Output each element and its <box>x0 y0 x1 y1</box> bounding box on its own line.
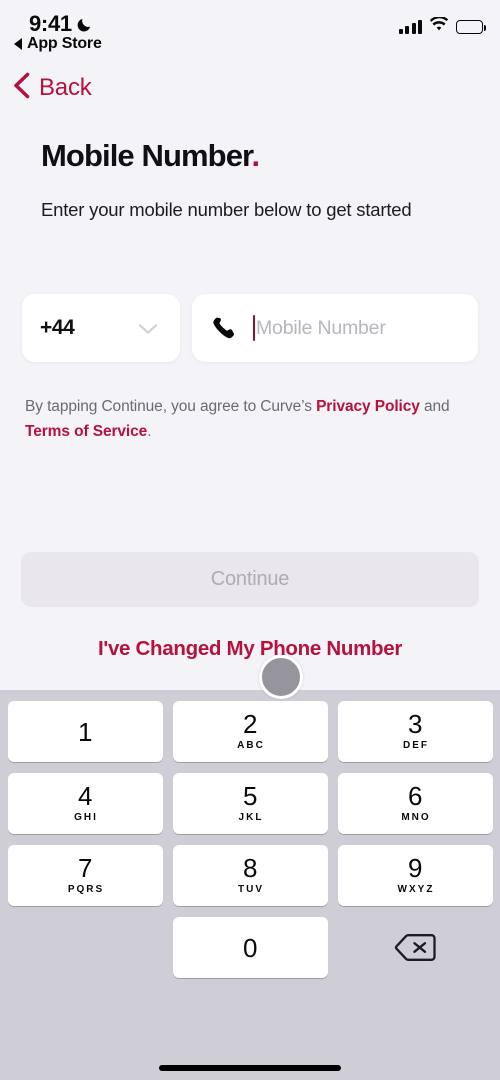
key-8[interactable]: 8 TUV <box>172 845 328 906</box>
chevron-left-icon <box>13 72 30 104</box>
key-letters: MNO <box>401 811 431 823</box>
page-title-period: . <box>251 138 261 173</box>
numeric-keypad: 1 2 ABC 3 DEF 4 GHI 5 JKL 6 MNO 7 PQRS 8… <box>0 690 500 1080</box>
key-1[interactable]: 1 <box>7 701 163 762</box>
wifi-icon <box>429 15 449 37</box>
keypad-row: 4 GHI 5 JKL 6 MNO <box>0 773 500 834</box>
key-4[interactable]: 4 GHI <box>7 773 163 834</box>
key-letters: DEF <box>403 739 429 751</box>
key-letters: JKL <box>238 811 264 823</box>
key-digit: 3 <box>408 708 422 739</box>
terms-of-service-link[interactable]: Terms of Service <box>25 423 147 440</box>
page-title: Mobile Number. <box>41 138 261 174</box>
privacy-policy-link[interactable]: Privacy Policy <box>316 398 420 415</box>
moon-icon <box>76 16 93 33</box>
key-9[interactable]: 9 WXYZ <box>337 845 493 906</box>
continue-button[interactable]: Continue <box>21 552 479 607</box>
status-indicators <box>398 15 487 37</box>
key-letters: GHI <box>74 811 98 823</box>
back-label: Back <box>39 74 92 101</box>
key-6[interactable]: 6 MNO <box>337 773 493 834</box>
return-app-label: App Store <box>27 35 102 52</box>
phone-screen: 9:41 App Store Back Mobile Number. Enter… <box>0 0 500 1080</box>
country-code-selector[interactable]: +44 <box>22 294 180 362</box>
text-cursor <box>253 315 255 341</box>
pointer-circle-cursor <box>259 655 303 699</box>
keypad-row: 1 2 ABC 3 DEF <box>0 701 500 762</box>
legal-suffix: . <box>147 423 152 440</box>
chevron-down-icon <box>138 322 158 340</box>
status-bar: 9:41 App Store <box>0 0 500 60</box>
phone-placeholder: Mobile Number <box>256 316 386 339</box>
key-0[interactable]: 0 <box>172 917 328 978</box>
home-indicator-bar <box>159 1065 341 1071</box>
delete-backspace-icon[interactable] <box>338 917 493 978</box>
legal-middle: and <box>419 398 450 415</box>
battery-icon <box>456 20 487 34</box>
key-5[interactable]: 5 JKL <box>172 773 328 834</box>
key-letters: PQRS <box>67 883 105 895</box>
key-digit: 4 <box>78 780 92 811</box>
key-letters: ABC <box>237 739 265 751</box>
phone-handset-icon <box>211 315 237 341</box>
country-code-value: +44 <box>40 316 75 339</box>
keypad-row: 7 PQRS 8 TUV 9 WXYZ <box>0 845 500 906</box>
status-time: 9:41 <box>29 11 72 36</box>
key-digit: 6 <box>408 780 422 811</box>
key-digit: 8 <box>243 852 257 883</box>
keypad-spacer <box>8 917 163 978</box>
key-letters: WXYZ <box>397 883 435 895</box>
key-digit: 7 <box>78 852 92 883</box>
page-subtitle: Enter your mobile number below to get st… <box>41 199 412 220</box>
status-time-group: 9:41 <box>29 11 93 37</box>
back-button[interactable]: Back <box>13 72 92 104</box>
keypad-row: 0 <box>0 917 500 978</box>
key-digit: 2 <box>243 708 257 739</box>
key-digit: 5 <box>243 780 257 811</box>
page-title-text: Mobile Number <box>41 138 252 173</box>
back-triangle-icon <box>14 38 22 50</box>
key-letters: TUV <box>238 883 264 895</box>
key-digit: 9 <box>408 852 422 883</box>
key-digit: 1 <box>78 716 92 747</box>
legal-consent-text: By tapping Continue, you agree to Curve’… <box>25 394 459 444</box>
signal-bars-icon <box>398 20 422 34</box>
legal-prefix: By tapping Continue, you agree to Curve’… <box>25 398 317 415</box>
phone-number-input[interactable]: Mobile Number <box>192 294 478 362</box>
changed-phone-number-link[interactable]: I've Changed My Phone Number <box>0 637 500 661</box>
key-7[interactable]: 7 PQRS <box>7 845 163 906</box>
key-3[interactable]: 3 DEF <box>337 701 493 762</box>
return-to-app-button[interactable]: App Store <box>14 35 102 53</box>
key-2[interactable]: 2 ABC <box>172 701 328 762</box>
key-digit: 0 <box>243 932 257 963</box>
